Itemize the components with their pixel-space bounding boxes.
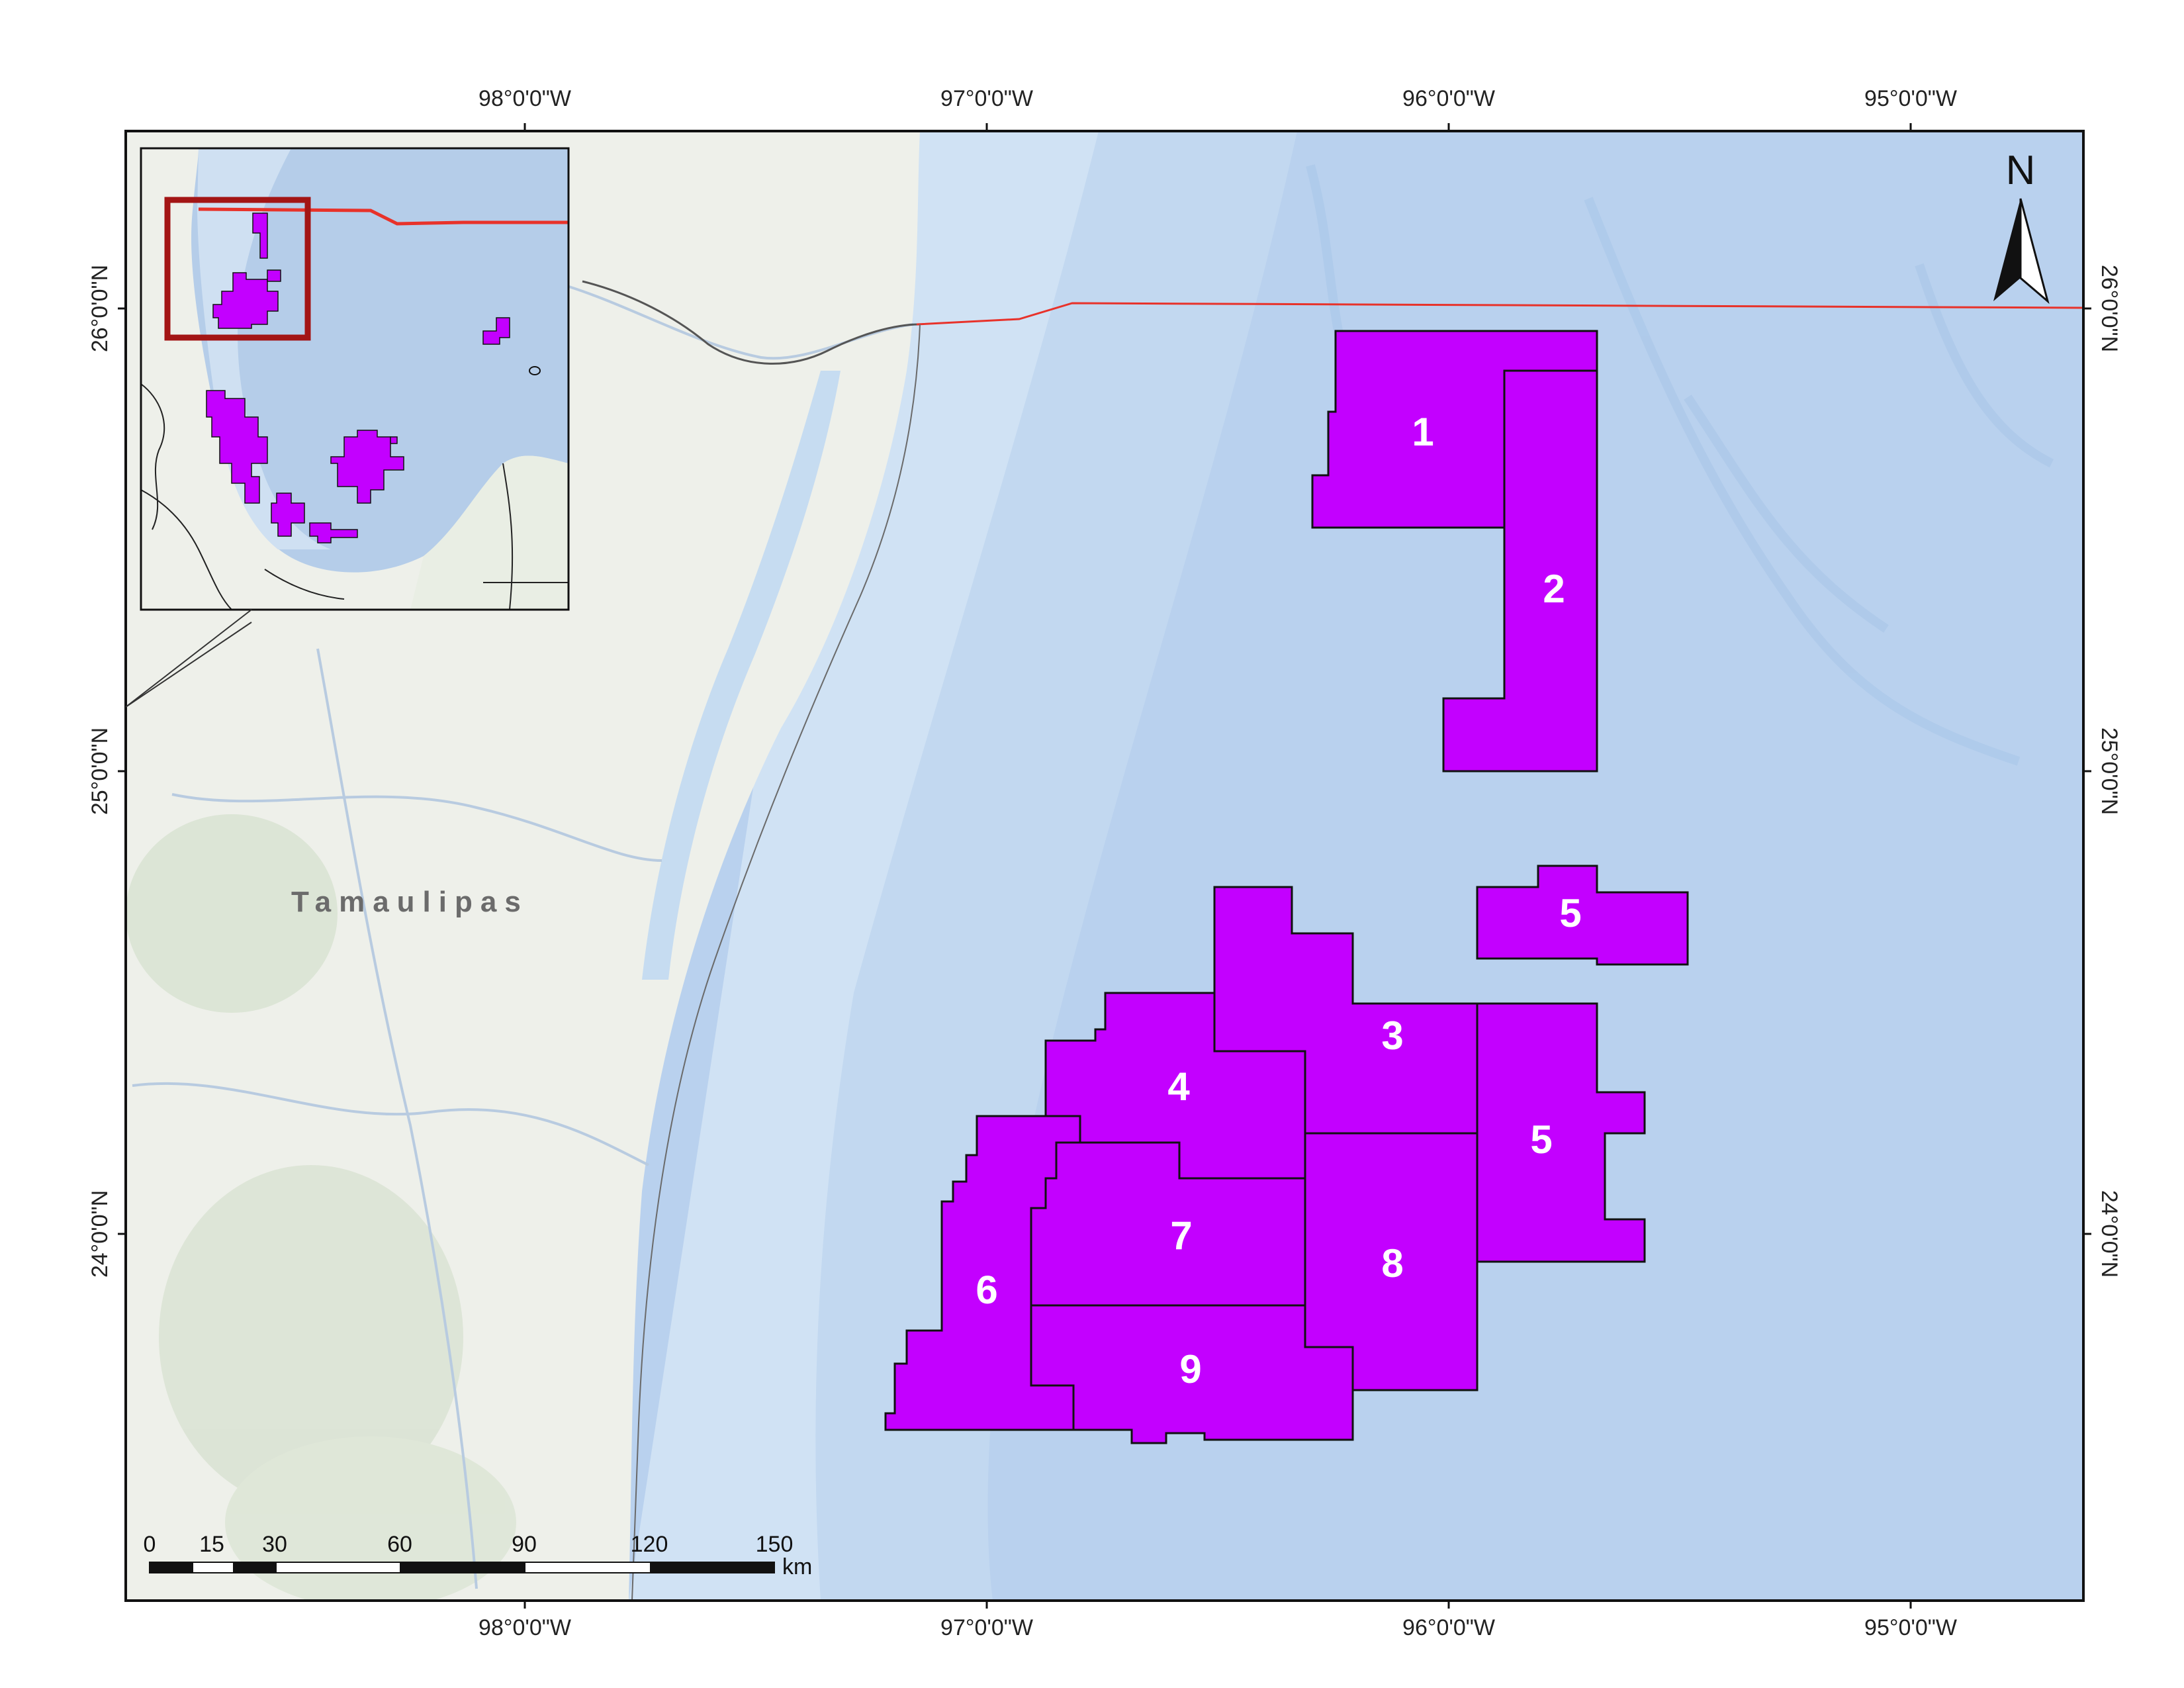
block-5b-label: 5 — [1530, 1117, 1552, 1162]
scale-tick-90: 90 — [512, 1532, 537, 1557]
block-9-label: 9 — [1179, 1347, 1201, 1391]
scale-tick-30: 30 — [262, 1532, 287, 1557]
lon-label-top-95: 95°0'0"W — [1864, 86, 1957, 111]
scale-tick-150: 150 — [756, 1532, 794, 1557]
lon-label-top-97: 97°0'0"W — [940, 86, 1033, 111]
lat-label-right-25: 25°0'0"N — [2097, 727, 2122, 815]
lat-label-left-26: 26°0'0"N — [87, 265, 113, 352]
lon-label-top-96: 96°0'0"W — [1402, 86, 1495, 111]
map-frame: 1 2 3 4 5 5 6 7 8 9 Tamaulipas 98°0'0"W … — [87, 86, 2122, 1640]
scale-tick-60: 60 — [387, 1532, 412, 1557]
block-4-label: 4 — [1167, 1064, 1190, 1109]
scale-tick-15: 15 — [199, 1532, 224, 1557]
block-1-label: 1 — [1412, 410, 1433, 454]
scale-tick-120: 120 — [631, 1532, 668, 1557]
lat-label-right-26: 26°0'0"N — [2097, 265, 2122, 352]
block-8-label: 8 — [1381, 1241, 1403, 1286]
block-3-label: 3 — [1381, 1013, 1403, 1058]
lon-label-bottom-98: 98°0'0"W — [478, 1615, 571, 1640]
lon-label-bottom-96: 96°0'0"W — [1402, 1615, 1495, 1640]
north-label: N — [2006, 148, 2036, 193]
tamaulipas-label: Tamaulipas — [291, 886, 529, 918]
scale-unit: km — [782, 1554, 812, 1579]
lon-label-top-98: 98°0'0"W — [478, 86, 571, 111]
block-5a-label: 5 — [1559, 891, 1581, 935]
block-6-label: 6 — [976, 1268, 997, 1312]
lat-label-left-24: 24°0'0"N — [87, 1190, 113, 1278]
lon-label-bottom-95: 95°0'0"W — [1864, 1615, 1957, 1640]
lat-label-left-25: 25°0'0"N — [87, 727, 113, 815]
scale-bar — [149, 1562, 775, 1573]
block-7-label: 7 — [1170, 1213, 1192, 1258]
lon-label-bottom-97: 97°0'0"W — [940, 1615, 1033, 1640]
block-2-label: 2 — [1543, 567, 1565, 611]
scale-tick-0: 0 — [144, 1532, 156, 1557]
lat-label-right-24: 24°0'0"N — [2097, 1190, 2122, 1278]
